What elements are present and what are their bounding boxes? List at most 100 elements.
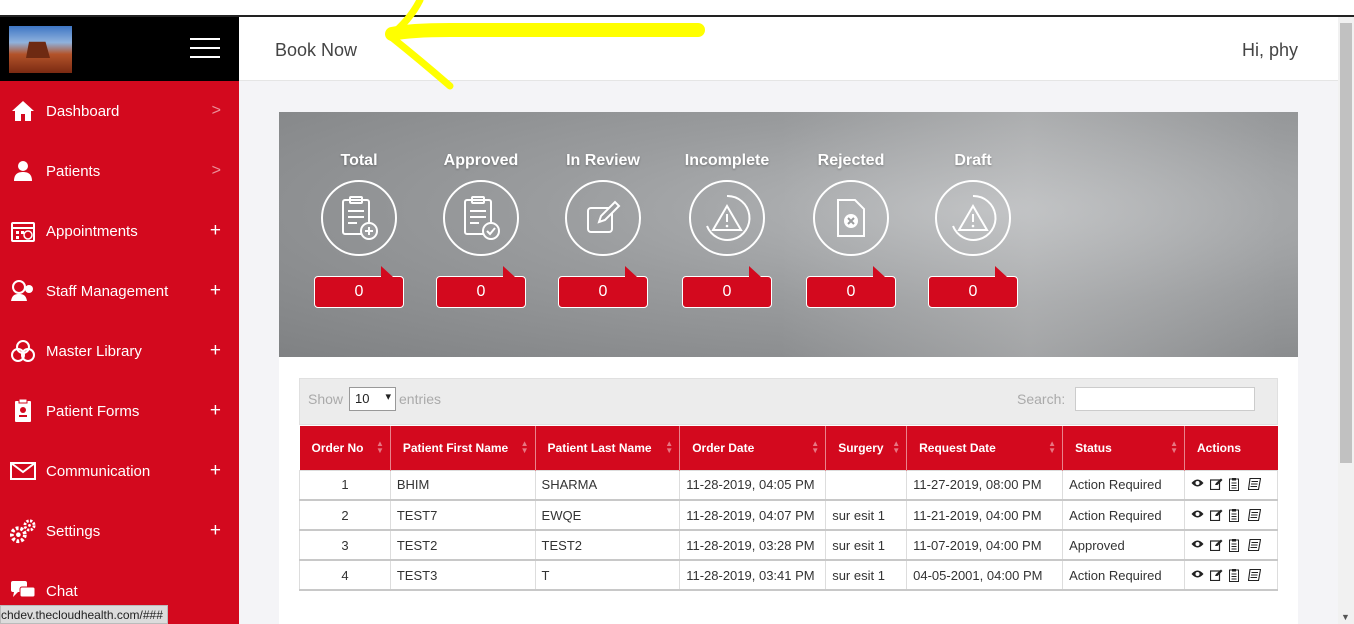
table-row[interactable]: 2 TEST7 EWQE 11-28-2019, 04:07 PM sur esit 1…: [299, 499, 1278, 531]
table-row[interactable]: 4 TEST3 T 11-28-2019, 03:41 PM sur esit 1 04-…: [299, 559, 1278, 591]
column-header-status[interactable]: Status ▲ ▼: [1062, 426, 1185, 470]
stat-count-badge[interactable]: 0: [558, 266, 648, 308]
column-header-surgery[interactable]: Surgery ▲ ▼: [825, 426, 908, 470]
expand-plus-icon: +: [209, 460, 221, 481]
sidebar-item-master-library[interactable]: Master Library +: [0, 321, 239, 381]
stat-count-badge[interactable]: 0: [314, 266, 404, 308]
stat-incomplete[interactable]: Incomplete 0: [681, 152, 773, 308]
stat-count-badge[interactable]: 0: [806, 266, 896, 308]
notes-icon[interactable]: [1248, 478, 1261, 491]
sidebar-item-staff-management[interactable]: Staff Management +: [0, 261, 239, 321]
view-icon[interactable]: [1191, 569, 1204, 582]
stat-approved[interactable]: Approved 0: [435, 152, 527, 308]
column-header-order-no[interactable]: Order No ▲ ▼: [299, 426, 391, 470]
stat-title: Rejected: [817, 152, 885, 169]
user-greeting[interactable]: Hi, phy: [1242, 40, 1298, 61]
stat-total[interactable]: Total 0: [313, 152, 405, 308]
cell-last-name: EWQE: [534, 499, 681, 531]
stat-count-badge[interactable]: 0: [436, 266, 526, 308]
stat-title: In Review: [566, 152, 640, 169]
edit-icon[interactable]: [1210, 539, 1223, 552]
warning-icon: [689, 180, 765, 256]
stat-count-badge[interactable]: 0: [928, 266, 1018, 308]
sort-icon: ▲ ▼: [1048, 439, 1057, 455]
sort-icon: ▲ ▼: [665, 439, 674, 455]
cell-order-date: 11-28-2019, 04:05 PM: [679, 469, 827, 501]
app-logo[interactable]: [9, 26, 72, 73]
person-icon: [10, 159, 36, 183]
sidebar-item-dashboard[interactable]: Dashboard >: [0, 81, 239, 141]
search-input[interactable]: [1075, 387, 1255, 411]
clipboard-plus-icon: [321, 180, 397, 256]
table-row[interactable]: 1 BHIM SHARMA 11-28-2019, 04:05 PM 11-27-201…: [299, 469, 1278, 501]
sidebar-item-label: Dashboard: [46, 102, 120, 120]
scrollbar-thumb[interactable]: [1340, 23, 1352, 463]
edit-icon[interactable]: [1210, 509, 1223, 522]
notes-icon[interactable]: [1248, 568, 1261, 582]
stat-count-badge[interactable]: 0: [682, 266, 772, 308]
column-header-first-name[interactable]: Patient First Name ▲ ▼: [390, 426, 536, 470]
cell-first-name: BHIM: [389, 469, 536, 501]
expand-plus-icon: +: [209, 520, 221, 541]
cell-surgery: sur esit 1: [825, 529, 908, 561]
top-header: Book Now Hi, phy: [239, 17, 1338, 81]
notes-icon[interactable]: [1248, 538, 1261, 552]
page-length-value: 10: [355, 391, 370, 406]
sidebar-item-communication[interactable]: Communication +: [0, 441, 239, 501]
page-scrollbar[interactable]: ▼: [1338, 17, 1354, 624]
column-header-request-date[interactable]: Request Date ▲ ▼: [906, 426, 1064, 470]
sidebar-item-patient-forms[interactable]: Patient Forms +: [0, 381, 239, 441]
draft-warning-icon: [935, 180, 1011, 256]
sidebar-item-settings[interactable]: Settings +: [0, 501, 239, 561]
order-stats-banner: Total 0 Approved 0 In Review 0 Incomplet…: [279, 112, 1298, 357]
cell-actions: [1184, 529, 1278, 561]
chevron-right-icon: >: [211, 162, 221, 179]
column-header-last-name[interactable]: Patient Last Name ▲ ▼: [535, 426, 681, 470]
cell-surgery: sur esit 1: [825, 559, 908, 591]
row-actions: [1191, 568, 1271, 582]
stat-in-review[interactable]: In Review 0: [557, 152, 649, 308]
edit-icon[interactable]: [1210, 478, 1223, 491]
orders-panel: Show 10 entries Search: Order No▲▼ Patie…: [279, 357, 1298, 624]
stat-title: Incomplete: [684, 152, 770, 169]
view-icon[interactable]: [1191, 478, 1204, 491]
view-icon[interactable]: [1191, 539, 1204, 552]
show-label: Show: [308, 391, 344, 407]
sidebar-item-appointments[interactable]: Appointments +: [0, 201, 239, 261]
scroll-down-arrow-icon[interactable]: ▼: [1341, 612, 1350, 622]
gears-icon: [10, 519, 36, 544]
cell-request-date: 11-27-2019, 08:00 PM: [906, 469, 1064, 501]
book-now-link[interactable]: Book Now: [275, 40, 357, 61]
sort-icon: ▲ ▼: [892, 439, 901, 455]
row-actions: [1191, 508, 1271, 522]
cell-order-no: 4: [299, 559, 391, 591]
menu-toggle-button[interactable]: [190, 38, 220, 60]
sidebar-item-patients[interactable]: Patients >: [0, 141, 239, 201]
calendar-icon: [10, 219, 36, 243]
expand-plus-icon: +: [209, 340, 221, 361]
cell-first-name: TEST7: [389, 499, 536, 531]
document-icon[interactable]: [1229, 478, 1242, 492]
browser-top-edge: [0, 0, 1354, 17]
home-icon: [10, 99, 36, 123]
document-icon[interactable]: [1229, 538, 1242, 552]
page-length-select[interactable]: 10: [349, 387, 396, 411]
sort-icon: ▲ ▼: [811, 439, 820, 455]
stat-rejected[interactable]: Rejected 0: [805, 152, 897, 308]
notes-icon[interactable]: [1248, 508, 1261, 522]
cell-order-date: 11-28-2019, 03:41 PM: [679, 559, 827, 591]
library-icon: [10, 339, 36, 363]
sidebar: Dashboard > Patients > Appointments + St…: [0, 17, 239, 624]
column-header-order-date[interactable]: Order Date ▲ ▼: [679, 426, 827, 470]
cell-request-date: 04-05-2001, 04:00 PM: [906, 559, 1064, 591]
document-icon[interactable]: [1229, 508, 1242, 522]
envelope-icon: [10, 459, 36, 483]
table-header-row: Order No ▲ ▼ Patient First Name ▲ ▼ Patient …: [299, 426, 1278, 470]
view-icon[interactable]: [1191, 509, 1204, 522]
edit-icon[interactable]: [1210, 569, 1223, 582]
table-row[interactable]: 3 TEST2 TEST2 11-28-2019, 03:28 PM sur esit …: [299, 529, 1278, 561]
hamburger-line: [190, 47, 220, 49]
stat-draft[interactable]: Draft 0: [927, 152, 1019, 308]
sidebar-item-label: Chat: [46, 582, 78, 600]
document-icon[interactable]: [1229, 568, 1242, 582]
